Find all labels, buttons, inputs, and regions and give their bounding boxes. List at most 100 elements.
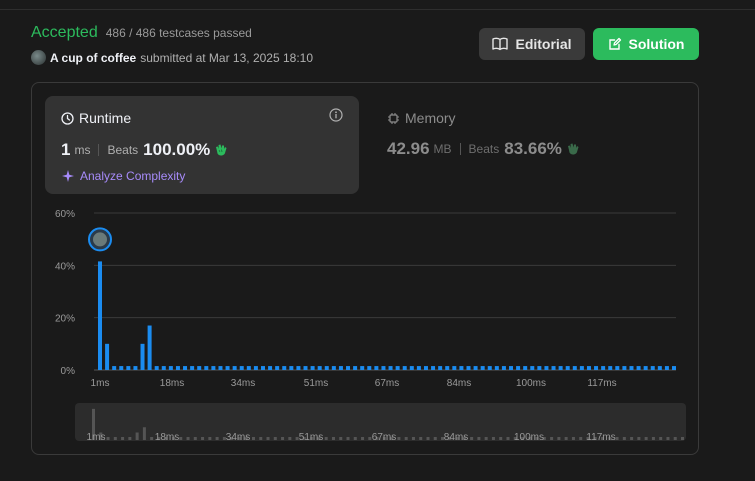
chart-bar[interactable] bbox=[615, 366, 620, 370]
chart-bar[interactable] bbox=[133, 366, 138, 370]
chart-bar[interactable] bbox=[303, 366, 308, 370]
chart-bar[interactable] bbox=[310, 366, 315, 370]
chart-bar[interactable] bbox=[423, 366, 428, 370]
chart-bar[interactable] bbox=[388, 366, 393, 370]
chart-bar[interactable] bbox=[296, 366, 301, 370]
chart-bar[interactable] bbox=[360, 366, 365, 370]
chart-bar[interactable] bbox=[324, 366, 329, 370]
overview-bar bbox=[470, 437, 474, 440]
chart-bar[interactable] bbox=[147, 325, 152, 370]
chart-bar[interactable] bbox=[509, 366, 514, 370]
chart-bar[interactable] bbox=[544, 366, 549, 370]
chart-bar[interactable] bbox=[650, 366, 655, 370]
chart-bar[interactable] bbox=[168, 366, 173, 370]
chart-bar[interactable] bbox=[445, 366, 450, 370]
x-tick-label: 1ms bbox=[91, 378, 110, 389]
chart-bar[interactable] bbox=[501, 366, 506, 370]
chart-bar[interactable] bbox=[672, 366, 676, 370]
chart-bar[interactable] bbox=[586, 366, 591, 370]
overview-bar bbox=[571, 437, 575, 440]
chart-bar[interactable] bbox=[211, 366, 216, 370]
chart-bar[interactable] bbox=[112, 366, 117, 370]
chart-bar[interactable] bbox=[530, 366, 535, 370]
chart-bar[interactable] bbox=[197, 366, 202, 370]
overview-bar bbox=[106, 437, 110, 440]
overview-bar bbox=[484, 437, 488, 440]
chart-bar[interactable] bbox=[105, 343, 110, 370]
chart-bar[interactable] bbox=[338, 366, 343, 370]
chart-bar[interactable] bbox=[494, 366, 499, 370]
chart-bar[interactable] bbox=[636, 366, 641, 370]
chart-bar[interactable] bbox=[239, 366, 244, 370]
chart-bar[interactable] bbox=[523, 366, 528, 370]
chart-bar[interactable] bbox=[473, 366, 478, 370]
chart-bar[interactable] bbox=[183, 366, 188, 370]
chart-bar[interactable] bbox=[331, 366, 336, 370]
chart-bar[interactable] bbox=[119, 366, 124, 370]
chart-bar[interactable] bbox=[466, 366, 471, 370]
overview-bar bbox=[491, 437, 495, 440]
chart-bar[interactable] bbox=[204, 366, 209, 370]
overview-bar bbox=[433, 437, 437, 440]
chart-bar[interactable] bbox=[516, 366, 521, 370]
overview-tick-label: 18ms bbox=[155, 432, 179, 443]
overview-bar bbox=[186, 437, 190, 440]
overview-bar bbox=[419, 437, 423, 440]
chart-bar[interactable] bbox=[317, 366, 322, 370]
chart-bar[interactable] bbox=[381, 366, 386, 370]
chart-bar[interactable] bbox=[353, 366, 358, 370]
chart-bar[interactable] bbox=[175, 366, 180, 370]
chart-bar[interactable] bbox=[657, 366, 662, 370]
chart-bar[interactable] bbox=[374, 366, 379, 370]
chart-bar[interactable] bbox=[346, 366, 351, 370]
chart-bar[interactable] bbox=[622, 366, 627, 370]
overview-bar bbox=[150, 437, 154, 440]
overview-bar bbox=[404, 437, 408, 440]
chart-bar[interactable] bbox=[402, 366, 407, 370]
chart-bar[interactable] bbox=[253, 366, 258, 370]
chart-bar[interactable] bbox=[431, 366, 436, 370]
y-tick-label: 20% bbox=[55, 314, 75, 325]
chart-bar[interactable] bbox=[275, 366, 280, 370]
chart-bar[interactable] bbox=[260, 366, 265, 370]
chart-bar[interactable] bbox=[438, 366, 443, 370]
chart-bar[interactable] bbox=[459, 366, 464, 370]
chart-bar[interactable] bbox=[225, 366, 230, 370]
overview-bar bbox=[557, 437, 561, 440]
chart-bar[interactable] bbox=[537, 366, 542, 370]
chart-bar[interactable] bbox=[232, 366, 237, 370]
overview-tick-label: 100ms bbox=[514, 432, 544, 443]
chart-bar[interactable] bbox=[416, 366, 421, 370]
x-tick-label: 84ms bbox=[447, 378, 471, 389]
chart-bar[interactable] bbox=[643, 366, 648, 370]
chart-bar[interactable] bbox=[487, 366, 492, 370]
chart-bar[interactable] bbox=[594, 366, 599, 370]
chart-bar[interactable] bbox=[126, 366, 131, 370]
chart-bar[interactable] bbox=[268, 366, 273, 370]
chart-bar[interactable] bbox=[282, 366, 287, 370]
chart-bar[interactable] bbox=[601, 366, 606, 370]
overview-bar bbox=[121, 437, 125, 440]
chart-bar[interactable] bbox=[140, 343, 145, 370]
chart-bar[interactable] bbox=[664, 366, 669, 370]
chart-bar[interactable] bbox=[551, 366, 556, 370]
chart-bar[interactable] bbox=[161, 366, 166, 370]
chart-bar[interactable] bbox=[629, 366, 634, 370]
chart-bar[interactable] bbox=[154, 366, 159, 370]
chart-bar[interactable] bbox=[579, 366, 584, 370]
chart-bar[interactable] bbox=[190, 366, 195, 370]
chart-bar[interactable] bbox=[572, 366, 577, 370]
chart-bar[interactable] bbox=[98, 261, 102, 370]
chart-bar[interactable] bbox=[246, 366, 251, 370]
chart-bar[interactable] bbox=[218, 366, 223, 370]
chart-bar[interactable] bbox=[289, 366, 294, 370]
chart-bar[interactable] bbox=[395, 366, 400, 370]
chart-bar[interactable] bbox=[480, 366, 485, 370]
chart-bar[interactable] bbox=[452, 366, 457, 370]
chart-bar[interactable] bbox=[409, 366, 414, 370]
overview-bar bbox=[579, 437, 583, 440]
chart-bar[interactable] bbox=[367, 366, 372, 370]
chart-bar[interactable] bbox=[565, 366, 570, 370]
chart-bar[interactable] bbox=[608, 366, 613, 370]
chart-bar[interactable] bbox=[558, 366, 563, 370]
